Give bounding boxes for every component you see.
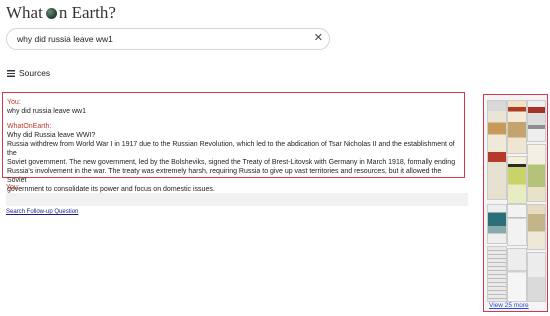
clear-icon[interactable]: ✕ [314, 32, 323, 45]
sources-toggle[interactable]: Sources [7, 68, 50, 78]
source-thumbnail[interactable] [507, 248, 527, 302]
assistant-answer-line: Russia's involvement in the war. The tre… [7, 168, 442, 184]
source-thumbnail[interactable] [507, 156, 527, 204]
followup-input[interactable] [6, 193, 468, 206]
menu-icon [7, 69, 15, 77]
source-thumbnail[interactable] [527, 144, 546, 202]
conversation-panel: You: why did russia leave ww1 WhatOnEart… [2, 92, 465, 193]
source-thumbnail[interactable] [527, 204, 546, 250]
sources-thumbnail-panel: View 25 more [483, 94, 548, 312]
source-thumbnail[interactable] [527, 100, 546, 142]
app-logo: What n Earth? [6, 3, 116, 23]
source-thumbnail[interactable] [507, 204, 527, 246]
assistant-question: Why did Russia leave WWI? [7, 132, 96, 139]
search-input[interactable] [17, 31, 307, 46]
followup-you-label: You: [6, 184, 20, 191]
source-thumbnail[interactable] [527, 252, 546, 302]
thumbnail-grid [487, 100, 546, 302]
user-message: why did russia leave ww1 [7, 108, 86, 115]
source-thumbnail[interactable] [507, 100, 527, 154]
source-thumbnail[interactable] [487, 100, 507, 200]
sources-label: Sources [19, 68, 51, 78]
user-label: You: [7, 99, 21, 106]
assistant-label: WhatOnEarth: [7, 123, 52, 130]
logo-text-what: What [6, 3, 43, 22]
logo-text-on-earth: n Earth? [58, 3, 116, 22]
assistant-answer-line: Russia withdrew from World War I in 1917… [7, 141, 455, 157]
assistant-answer-line: Soviet government. The new government, l… [7, 159, 456, 166]
source-thumbnail[interactable] [487, 204, 507, 244]
globe-icon [45, 7, 57, 19]
search-bar: ✕ [6, 28, 330, 50]
view-more-link[interactable]: View 25 more [489, 302, 529, 309]
source-thumbnail[interactable] [487, 246, 507, 302]
search-followup-link[interactable]: Search Follow-up Question [6, 209, 78, 215]
